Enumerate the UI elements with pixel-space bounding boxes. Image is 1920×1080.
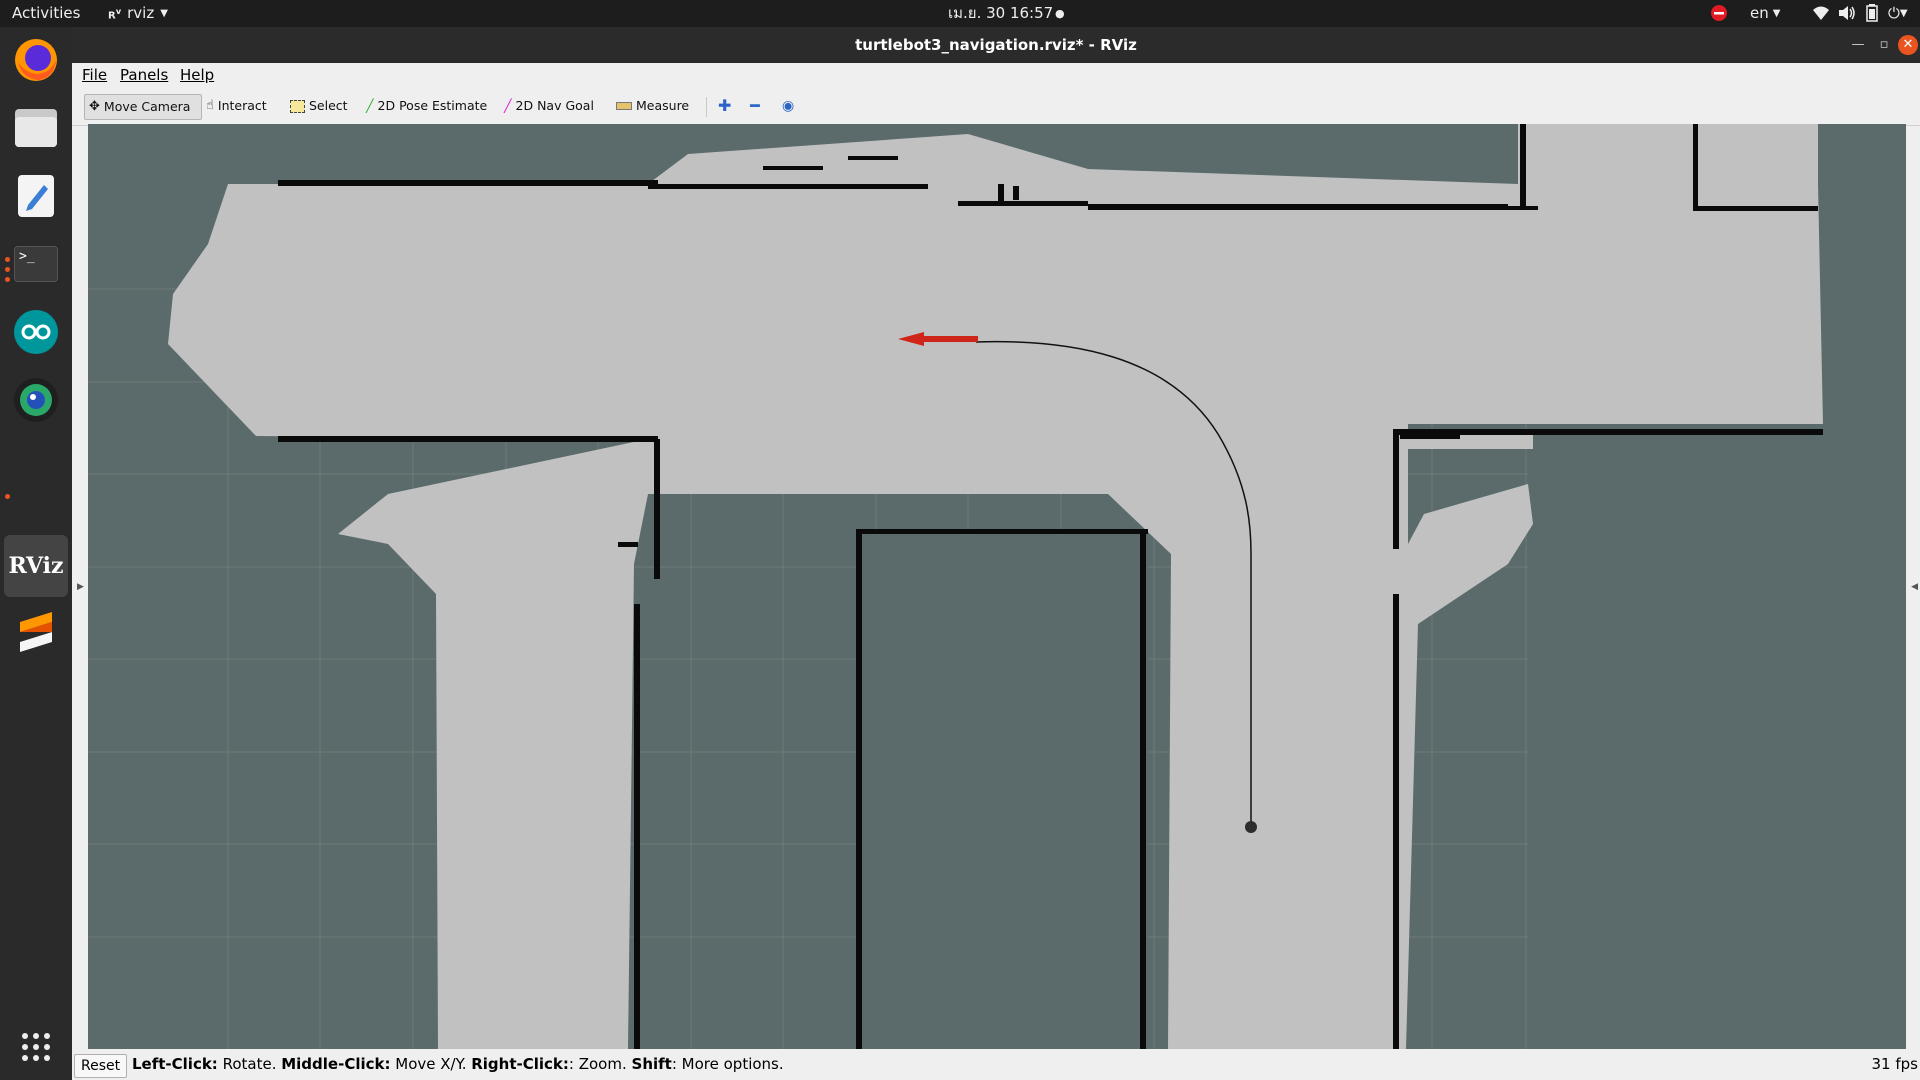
right-panel-toggle-icon[interactable]: ◀ (1911, 582, 1918, 592)
text-editor-icon[interactable] (11, 171, 61, 221)
language-selector[interactable]: en ▼ (1750, 0, 1780, 27)
nav-goal-label: 2D Nav Goal (515, 98, 594, 113)
hint-right-desc: : Zoom. (568, 1055, 632, 1073)
left-panel-toggle-icon[interactable]: ▶ (77, 582, 84, 592)
interact-tool[interactable]: ☝ Interact (202, 94, 271, 118)
window-title: turtlebot3_navigation.rviz* - RViz (855, 36, 1137, 54)
hand-icon: ☝ (206, 98, 214, 113)
menu-file[interactable]: File (82, 66, 107, 84)
magenta-arrow-icon: ╱ (504, 98, 512, 113)
app-menu-label: rviz (127, 4, 155, 22)
robot-marker (1245, 821, 1257, 833)
mouse-hint: Left-Click: Rotate. Middle-Click: Move X… (132, 1055, 784, 1073)
chevron-down-icon: ▼ (1772, 8, 1781, 19)
hint-middle-key: Middle-Click: (281, 1055, 391, 1073)
3d-map-view[interactable] (88, 124, 1906, 1049)
running-indicator (5, 494, 10, 499)
move-camera-label: Move Camera (103, 99, 191, 114)
menu-panels[interactable]: Panels (120, 66, 168, 84)
activities-button[interactable]: Activities (12, 0, 80, 27)
measure-label: Measure (636, 98, 690, 113)
hint-middle-desc: Move X/Y. (390, 1055, 472, 1073)
hint-shift-desc: : More options. (671, 1055, 784, 1073)
window-titlebar[interactable]: turtlebot3_navigation.rviz* - RViz — ▫ ✕ (72, 27, 1920, 63)
rviz-window: turtlebot3_navigation.rviz* - RViz — ▫ ✕… (72, 27, 1920, 1080)
status-bar: Reset Left-Click: Rotate. Middle-Click: … (72, 1051, 1920, 1080)
firefox-icon[interactable] (11, 35, 61, 85)
menu-help-label: Help (180, 66, 215, 84)
power-menu[interactable]: ⏻ ▼ (1888, 0, 1908, 27)
rviz-dock-label: RViz (8, 553, 64, 579)
volume-icon[interactable] (1838, 0, 1856, 27)
minimize-icon[interactable]: — (1848, 35, 1868, 55)
menu-panels-label: Panels (120, 66, 169, 84)
app-menu[interactable]: Rv rviz ▼ (108, 0, 168, 27)
camera-app-icon[interactable] (11, 375, 61, 425)
sublime-icon[interactable] (11, 607, 61, 657)
move-camera-icon: ✥ (89, 99, 100, 114)
hint-left-desc: Rotate. (217, 1055, 282, 1073)
notification-dot-icon: ● (1055, 7, 1065, 20)
menu-help[interactable]: Help (180, 66, 214, 84)
interact-label: Interact (217, 98, 267, 113)
tool-properties-icon[interactable]: ◉ (778, 94, 798, 118)
ruler-icon (616, 102, 632, 110)
select-icon (290, 99, 305, 113)
pose-estimate-label: 2D Pose Estimate (377, 98, 488, 113)
power-icon: ⏻ (1888, 4, 1900, 22)
show-applications-icon[interactable] (11, 1022, 61, 1072)
files-icon[interactable] (11, 103, 61, 153)
fps-counter: 31 fps (1871, 1055, 1918, 1073)
nav-goal-tool[interactable]: ╱ 2D Nav Goal (500, 94, 598, 118)
chevron-down-icon: ▼ (160, 8, 168, 19)
system-top-bar: Activities Rv rviz ▼ เม.ย. 30 16:57 ● en… (0, 0, 1920, 27)
rviz-small-icon: Rv (108, 5, 122, 22)
select-label: Select (309, 98, 348, 113)
arduino-icon[interactable] (11, 307, 61, 357)
close-icon[interactable]: ✕ (1898, 35, 1918, 55)
battery-icon[interactable] (1866, 0, 1878, 27)
terminal-label: >_ (14, 246, 58, 282)
do-not-disturb-icon[interactable] (1710, 0, 1728, 27)
green-arrow-icon: ╱ (366, 98, 374, 113)
move-camera-tool[interactable]: ✥ Move Camera (84, 94, 202, 120)
menu-bar: File Panels Help (72, 63, 1920, 89)
clock[interactable]: เม.ย. 30 16:57 (948, 0, 1053, 27)
rviz-icon[interactable]: RViz (8, 541, 64, 591)
language-label: en (1750, 4, 1769, 22)
hint-left-key: Left-Click: (132, 1055, 218, 1073)
interior-unknown-block (856, 534, 1148, 1049)
terminal-icon[interactable]: >_ (11, 239, 61, 289)
running-indicator (5, 257, 10, 262)
occupancy-map[interactable] (88, 124, 1906, 1049)
ubuntu-dock: >_ RViz (0, 27, 72, 1080)
running-indicator (5, 267, 10, 272)
maximize-icon[interactable]: ▫ (1874, 35, 1894, 55)
wifi-icon[interactable] (1812, 0, 1830, 27)
reset-button[interactable]: Reset (74, 1054, 128, 1078)
pose-estimate-tool[interactable]: ╱ 2D Pose Estimate (362, 94, 491, 118)
hint-right-key: Right-Click: (471, 1055, 569, 1073)
measure-tool[interactable]: Measure (612, 94, 693, 118)
add-tool-icon[interactable]: ✚ (714, 94, 735, 118)
toolbar-separator (706, 97, 707, 117)
running-indicator (5, 277, 10, 282)
chevron-down-icon: ▼ (1899, 8, 1908, 19)
hint-shift-key: Shift (631, 1055, 672, 1073)
tools-toolbar: ✥ Move Camera ☝ Interact Select ╱ 2D Pos… (72, 89, 1920, 126)
remove-tool-icon[interactable]: ━ (746, 94, 764, 118)
select-tool[interactable]: Select (286, 94, 352, 118)
